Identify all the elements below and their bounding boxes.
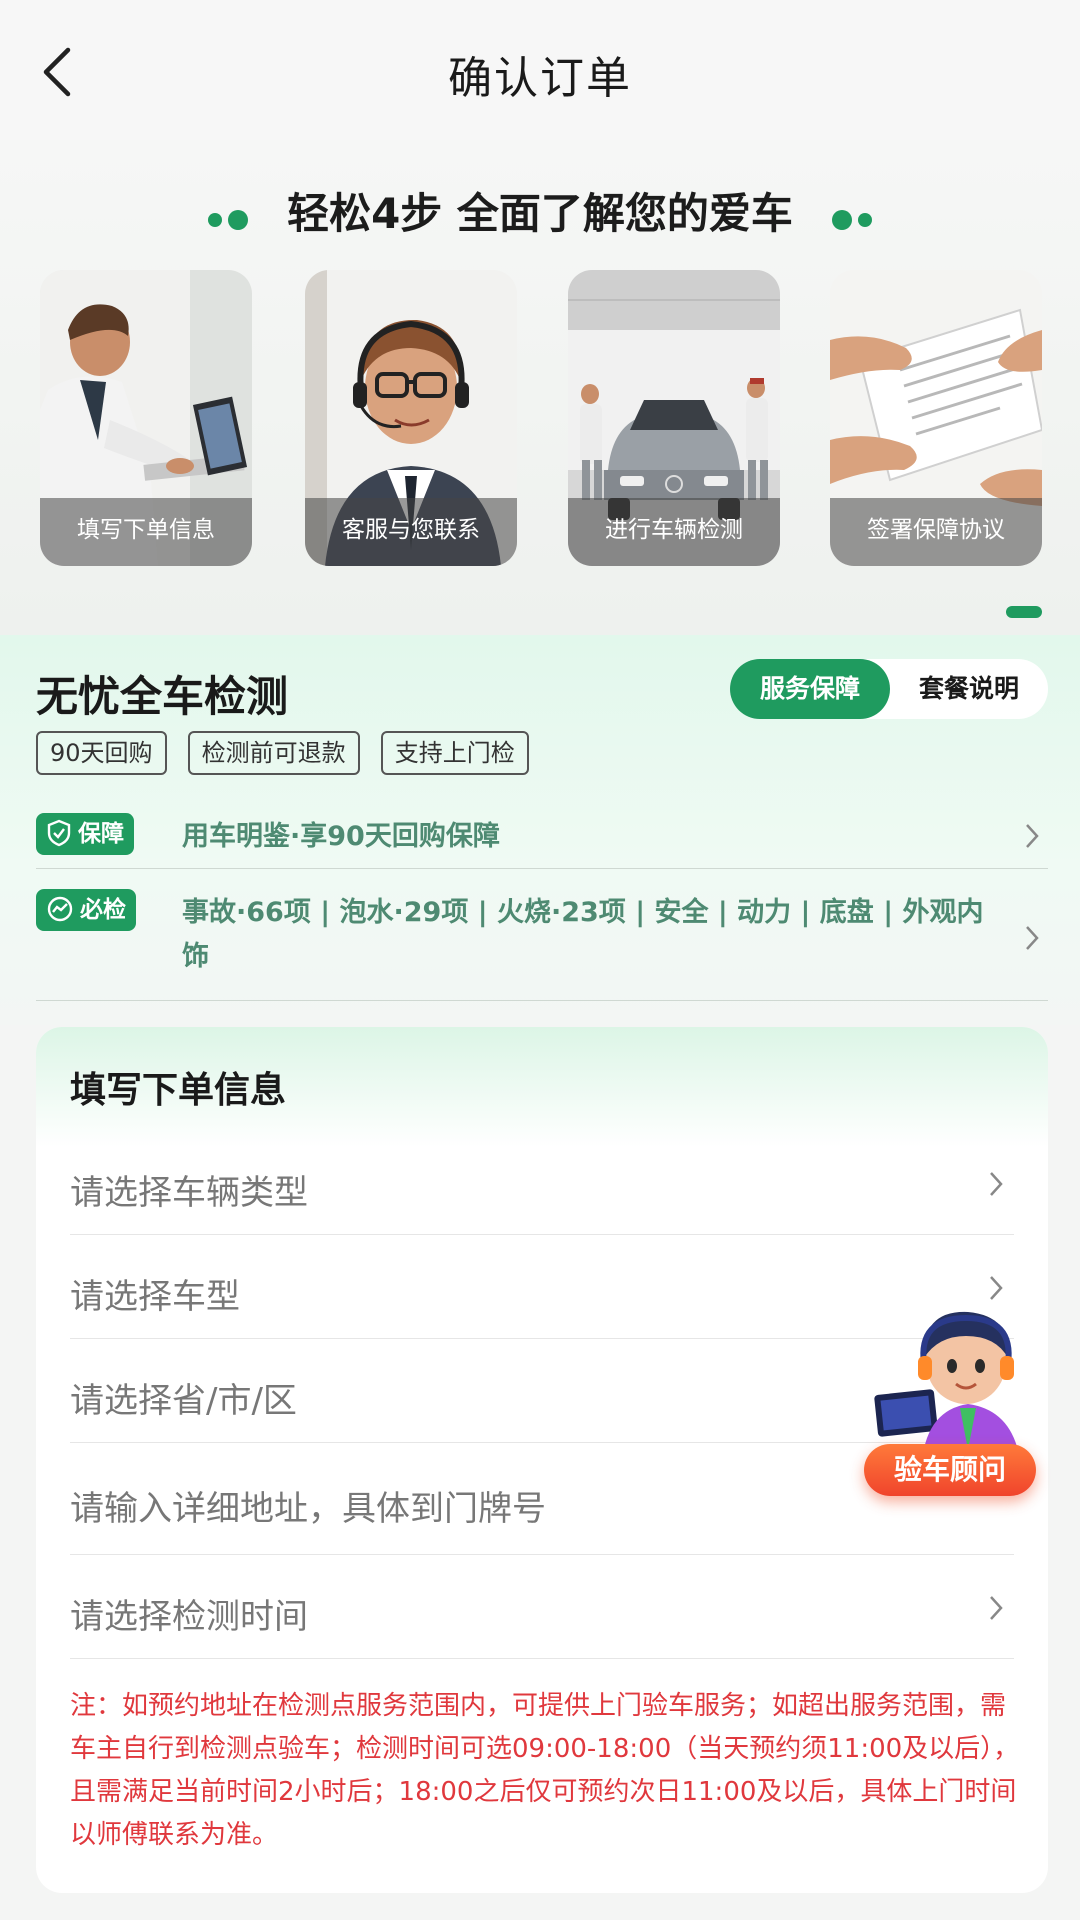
address-placeholder: 请输入详细地址，具体到门牌号 (70, 1489, 546, 1529)
tag-home-inspection: 支持上门检 (380, 731, 529, 775)
header: 确认订单 (0, 0, 1080, 140)
decor-dots-right (826, 192, 872, 241)
service-segment-control: 服务保障 套餐说明 (730, 659, 1048, 719)
step-card-fill-info[interactable]: 填写下单信息 (40, 270, 252, 566)
tag-refundable: 检测前可退款 (187, 731, 360, 775)
vehicle-type-placeholder: 请选择车辆类型 (70, 1173, 308, 1213)
banner-heading: 轻松4步 全面了解您的爱车 (0, 180, 1080, 241)
inspection-badge-label: 必检 (80, 897, 126, 923)
chevron-right-icon (990, 1276, 1003, 1300)
guarantee-badge-label: 保障 (78, 821, 124, 847)
service-section: 无忧全车检测 服务保障 套餐说明 90天回购 检测前可退款 支持上门检 保障 用… (0, 635, 1080, 1025)
step-card-inspection[interactable]: 进行车辆检测 (568, 270, 780, 566)
car-model-placeholder: 请选择车型 (70, 1277, 240, 1317)
step-label: 进行车辆检测 (568, 498, 780, 566)
region-placeholder: 请选择省/市/区 (70, 1381, 297, 1421)
inspection-badge: 必检 (36, 889, 136, 931)
vehicle-type-select[interactable]: 请选择车辆类型 (70, 1131, 1014, 1235)
feature-tags: 90天回购 检测前可退款 支持上门检 (36, 731, 545, 775)
tab-service-guarantee[interactable]: 服务保障 (730, 659, 890, 719)
carousel-indicator (1006, 606, 1042, 618)
inspection-time-select[interactable]: 请选择检测时间 (70, 1555, 1014, 1659)
inspection-advisor-button[interactable]: 验车顾问 (862, 1300, 1038, 1496)
form-title: 填写下单信息 (70, 1070, 287, 1111)
service-title: 无忧全车检测 (36, 672, 289, 721)
chevron-right-icon (1026, 926, 1039, 950)
chevron-right-icon (1026, 824, 1039, 848)
banner-title: 轻松4步 全面了解您的爱车 (287, 189, 793, 238)
guarantee-badge: 保障 (36, 813, 134, 855)
step-label: 签署保障协议 (830, 498, 1042, 566)
decor-dots-left (208, 192, 254, 241)
chevron-right-icon (990, 1172, 1003, 1196)
chart-circle-icon (47, 896, 73, 921)
guarantee-text: 用车明鉴·享90天回购保障 (182, 821, 500, 852)
step-label: 填写下单信息 (40, 498, 252, 566)
inspection-time-placeholder: 请选择检测时间 (70, 1597, 308, 1637)
advisor-label: 验车顾问 (864, 1444, 1036, 1496)
chevron-right-icon (990, 1596, 1003, 1620)
shield-check-icon (47, 819, 71, 846)
step-card-sign-agreement[interactable]: 签署保障协议 (830, 270, 1042, 566)
page-title: 确认订单 (448, 53, 632, 104)
guarantee-row[interactable]: 保障 用车明鉴·享90天回购保障 (36, 805, 1048, 869)
tab-package-details[interactable]: 套餐说明 (890, 659, 1048, 719)
tag-buyback: 90天回购 (36, 731, 167, 775)
advisor-avatar-icon (874, 1311, 1020, 1460)
inspection-items-text: 事故·66项 | 泡水·29项 | 火烧·23项 | 安全 | 动力 | 底盘 … (182, 897, 984, 972)
steps-banner: 轻松4步 全面了解您的爱车 填写下单信息 客服与您联系 进行车辆检测 签署保障协… (0, 140, 1080, 635)
booking-note: 注：如预约地址在检测点服务范围内，可提供上门验车服务；如超出服务范围，需车主自行… (70, 1691, 1020, 1850)
steps-carousel[interactable]: 填写下单信息 客服与您联系 进行车辆检测 签署保障协议 (40, 270, 1050, 568)
step-card-service-contact[interactable]: 客服与您联系 (305, 270, 517, 566)
inspection-row[interactable]: 必检 事故·66项 | 泡水·29项 | 火烧·23项 | 安全 | 动力 | … (36, 881, 1048, 1001)
step-label: 客服与您联系 (305, 498, 517, 566)
